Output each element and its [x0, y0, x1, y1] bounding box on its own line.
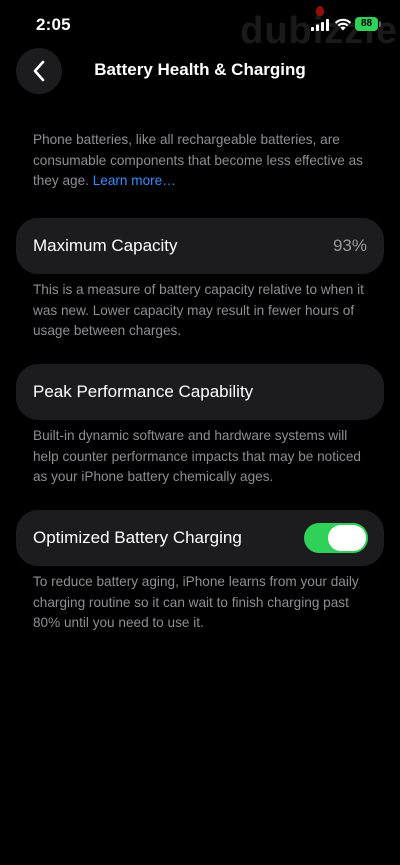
- toggle-knob: [328, 525, 366, 551]
- maximum-capacity-row: Maximum Capacity 93%: [16, 218, 384, 274]
- peak-performance-description: Built-in dynamic software and hardware s…: [33, 428, 361, 484]
- intro-description: Phone batteries, like all rechargeable b…: [33, 130, 373, 192]
- peak-performance-label: Peak Performance Capability: [33, 382, 254, 401]
- peak-performance-row: Peak Performance Capability: [16, 364, 384, 420]
- status-time: 2:05: [36, 15, 71, 34]
- maximum-capacity-description: This is a measure of battery capacity re…: [33, 282, 364, 338]
- optimized-charging-row: Optimized Battery Charging: [16, 510, 384, 566]
- battery-level: 88: [360, 18, 373, 29]
- page-title: Battery Health & Charging: [94, 60, 306, 79]
- battery-icon: 88: [355, 17, 381, 31]
- battery-tip: [379, 21, 381, 27]
- learn-more-link[interactable]: Learn more…: [93, 173, 176, 188]
- optimized-charging-toggle[interactable]: [304, 523, 368, 553]
- battery-health-screen: 2:05 dubizzle 88 Battery Health & Chargi…: [0, 0, 400, 865]
- optimized-charging-description: To reduce battery aging, iPhone learns f…: [33, 574, 359, 630]
- recording-indicator-icon: [316, 6, 324, 16]
- maximum-capacity-value: 93%: [332, 236, 367, 255]
- wifi-icon: [334, 18, 352, 31]
- maximum-capacity-label: Maximum Capacity: [33, 236, 178, 255]
- status-bar: 2:05 dubizzle 88: [0, 0, 400, 52]
- intro-text: Phone batteries, like all rechargeable b…: [33, 132, 363, 188]
- optimized-charging-label: Optimized Battery Charging: [33, 528, 242, 547]
- signal-icon: [311, 19, 329, 31]
